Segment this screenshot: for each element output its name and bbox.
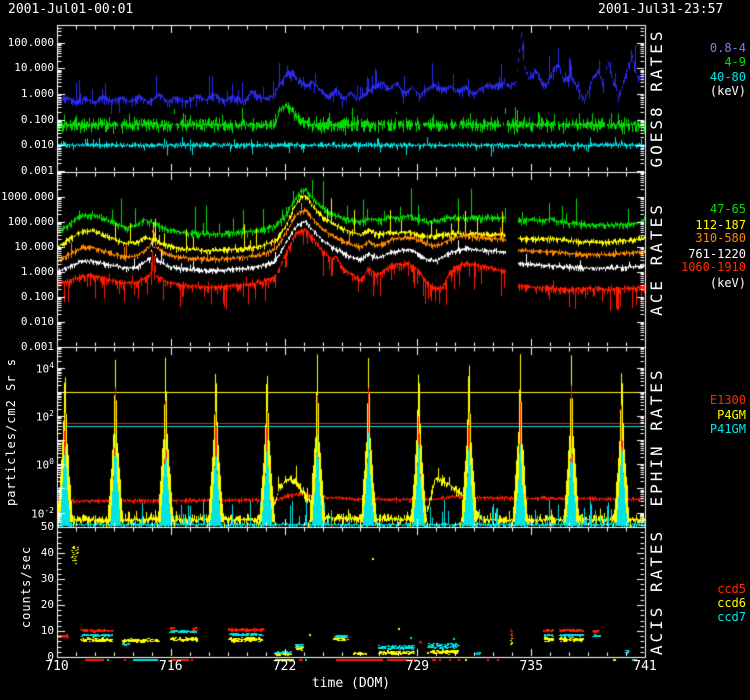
x-tick-label: 722 [263,660,307,673]
x-axis-label: time (DOM) [312,677,390,690]
y-tick-label-acis: 50 [0,521,54,532]
y-tick-label-ace: 0.100 [0,291,54,302]
x-tick-label: 735 [509,660,553,673]
y-tick-label-ace: 0.001 [0,341,54,352]
y-tick-label-acis: 10 [0,625,54,636]
y-tick-label-goes8: 1.000 [0,88,54,99]
y-tick-label-goes8: 0.100 [0,114,54,125]
y-tick-label-goes8: 10.000 [0,62,54,73]
x-tick-label: 716 [149,660,193,673]
acis-y-axis-label: counts/sec [20,546,32,628]
legend-entry-ace-2: 310-580 [654,232,746,244]
y-tick-label-ace: 0.010 [0,316,54,327]
ephin-y-axis-label: particles/cm2 Sr s [5,358,17,506]
y-tick-label-ephin: 102 [0,410,54,423]
y-tick-label-acis: 20 [0,599,54,610]
legend-entry-ace-0: 47-65 [654,203,746,215]
legend-entry-ephin-1: P4GM [654,409,746,421]
legend-entry-ace-1: 112-187 [654,219,746,231]
y-tick-label-goes8: 100.000 [0,37,54,48]
y-tick-label-ephin: 10-2 [0,507,54,520]
y-tick-label-ephin: 104 [0,362,54,375]
y-tick-label-ace: 1.000 [0,266,54,277]
legend-entry-ace-3: 761-1220 [654,248,746,260]
y-tick-label-ace: 100.000 [0,216,54,227]
legend-entry-goes8-1: 4-9 [654,56,746,68]
y-tick-label-acis: 0 [0,651,54,662]
radiation-environment-plot: 2001-Jul01-00:01 2001-Jul31-23:57 time (… [0,0,750,700]
legend-entry-acis-0: ccd5 [654,583,746,595]
legend-entry-ace-5: (keV) [654,277,746,289]
y-tick-label-acis: 30 [0,573,54,584]
y-tick-label-acis: 40 [0,547,54,558]
y-tick-label-ace: 1000.000 [0,191,54,202]
y-tick-label-goes8: 0.001 [0,165,54,176]
legend-entry-goes8-0: 0.8-4 [654,42,746,54]
y-tick-label-ephin: 100 [0,458,54,471]
legend-entry-ephin-2: P41GM [654,423,746,435]
legend-entry-acis-2: ccd7 [654,611,746,623]
y-tick-label-ace: 10.000 [0,241,54,252]
x-tick-label: 741 [623,660,667,673]
legend-entry-ace-4: 1060-1910 [654,261,746,273]
legend-entry-acis-1: ccd6 [654,597,746,609]
legend-entry-goes8-3: (keV) [654,85,746,97]
side-title-ephin: EPHIN RATES [649,368,665,507]
legend-entry-goes8-2: 40-80 [654,71,746,83]
y-tick-label-goes8: 0.010 [0,139,54,150]
start-datetime: 2001-Jul01-00:01 [8,3,133,16]
x-tick-label: 729 [395,660,439,673]
plot-canvas [0,0,750,700]
end-datetime: 2001-Jul31-23:57 [598,3,723,16]
legend-entry-ephin-0: E1300 [654,394,746,406]
